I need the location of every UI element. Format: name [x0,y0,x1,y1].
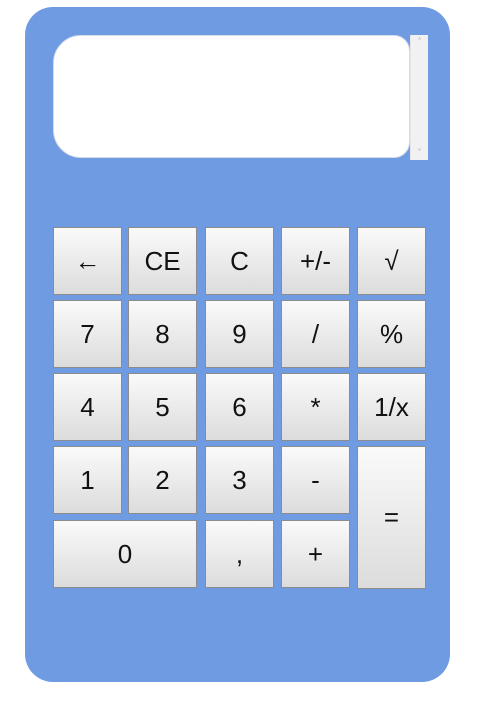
divide-label: / [311,318,320,349]
digit-9-label: 9 [232,318,247,349]
digit-6-button[interactable]: 6 [205,373,274,441]
display-area: ˄ ˅ [53,35,428,160]
digit-5-label: 5 [155,391,170,422]
digit-7-label: 7 [80,318,95,349]
square-root-button[interactable]: √ [357,227,426,295]
minus-label: - [311,464,320,495]
digit-2-button[interactable]: 2 [128,446,197,514]
digit-0-label: 0 [117,538,133,569]
digit-8-button[interactable]: 8 [128,300,197,368]
equals-label: = [383,502,400,532]
backspace-arrow-icon: ← [74,245,101,276]
clear-label: C [230,245,249,276]
multiply-label: * [310,391,321,422]
plus-minus-label: +/- [299,245,332,276]
minus-button[interactable]: - [281,446,350,514]
clear-entry-label: CE [144,245,181,276]
calculator-body: ˄ ˅ ← CE C +/- √ 7 8 9 / % 4 5 6 * 1/x 1… [25,7,450,682]
divide-button[interactable]: / [281,300,350,368]
digit-8-label: 8 [155,318,170,349]
display-scrollbar[interactable]: ˄ ˅ [410,35,428,160]
digit-5-button[interactable]: 5 [128,373,197,441]
percent-label: % [379,318,404,349]
clear-button[interactable]: C [205,227,274,295]
digit-4-label: 4 [80,391,95,422]
digit-1-label: 1 [80,464,95,495]
digit-2-label: 2 [155,464,170,495]
digit-9-button[interactable]: 9 [205,300,274,368]
clear-entry-button[interactable]: CE [128,227,197,295]
scroll-up-icon[interactable]: ˄ [411,35,428,49]
square-root-icon: √ [384,245,399,276]
multiply-button[interactable]: * [281,373,350,441]
display-field[interactable] [53,35,410,158]
percent-button[interactable]: % [357,300,426,368]
decimal-comma-label: , [235,538,244,569]
digit-7-button[interactable]: 7 [53,300,122,368]
reciprocal-button[interactable]: 1/x [357,373,426,441]
decimal-comma-button[interactable]: , [205,520,274,588]
backspace-button[interactable]: ← [53,227,122,295]
plus-button[interactable]: + [281,520,350,588]
digit-3-label: 3 [232,464,247,495]
digit-3-button[interactable]: 3 [205,446,274,514]
scroll-down-icon[interactable]: ˅ [411,146,428,160]
digit-0-button[interactable]: 0 [53,520,197,588]
digit-6-label: 6 [232,391,247,422]
equals-button[interactable]: = [357,446,426,589]
digit-4-button[interactable]: 4 [53,373,122,441]
digit-1-button[interactable]: 1 [53,446,122,514]
plus-minus-button[interactable]: +/- [281,227,350,295]
reciprocal-label: 1/x [374,391,409,422]
plus-label: + [307,538,324,569]
